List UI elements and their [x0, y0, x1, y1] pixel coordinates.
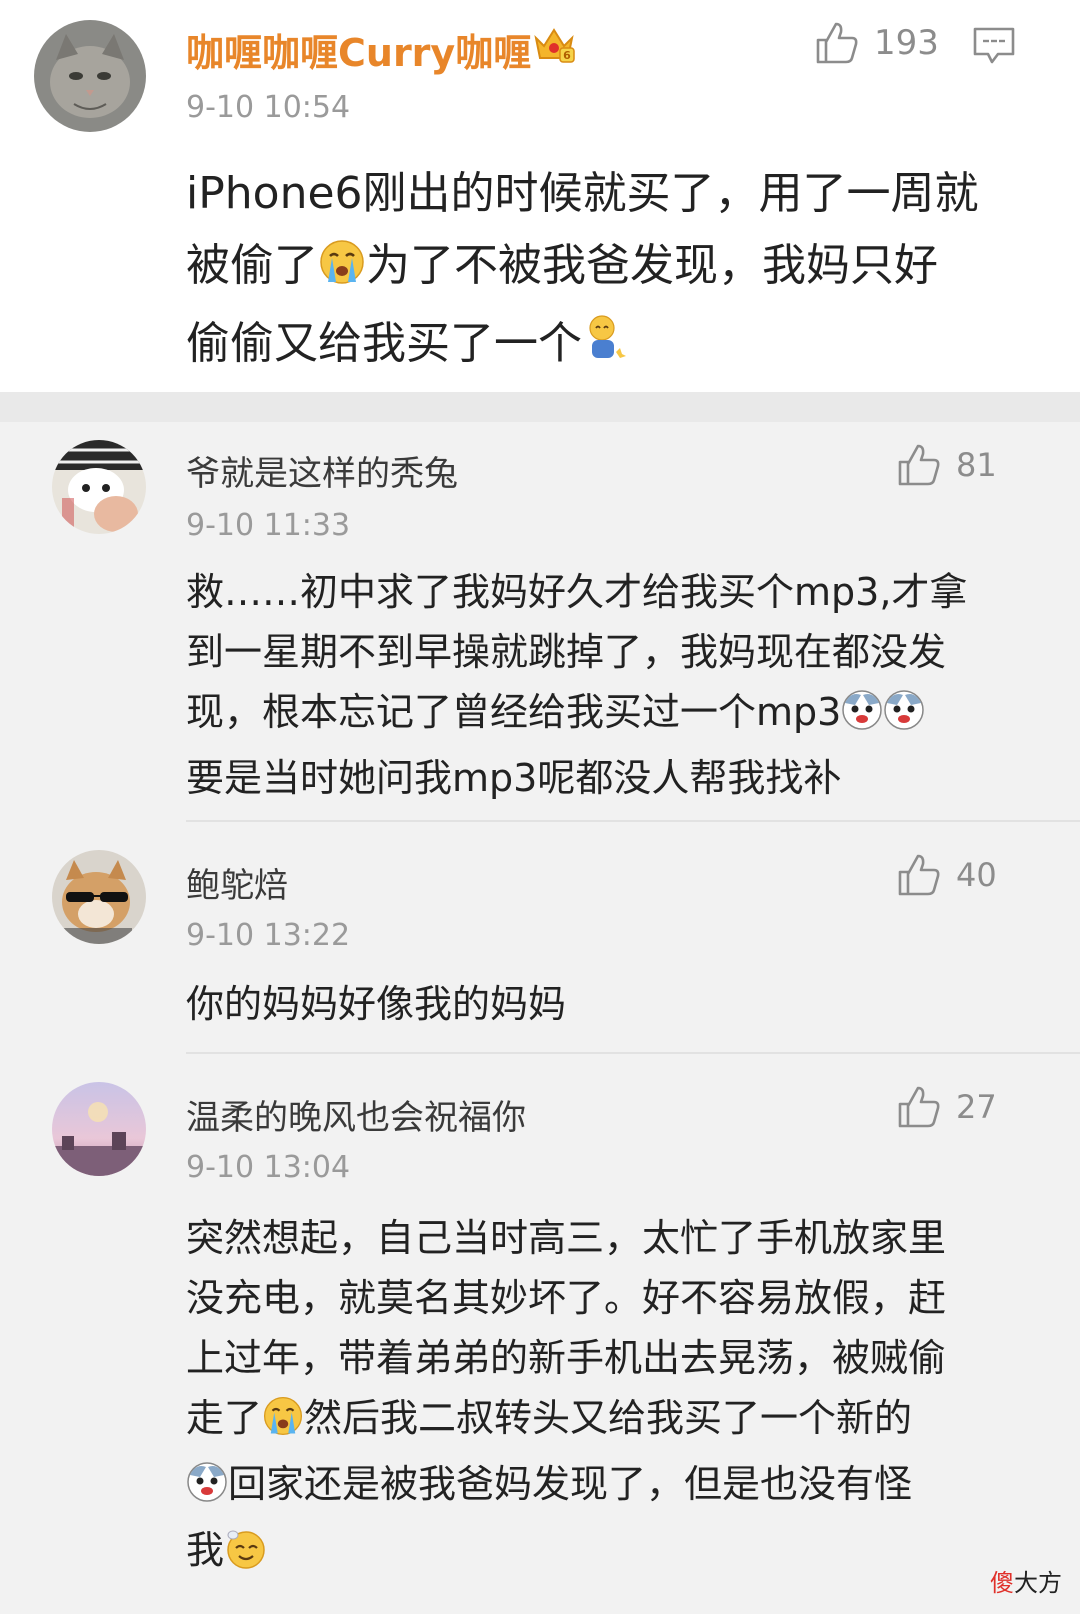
- text-line: 走了 然后我二叔转头又给我买了一个新的: [186, 1388, 946, 1454]
- username[interactable]: 温柔的晚风也会祝福你: [186, 1090, 526, 1139]
- thumbs-up-icon: [816, 22, 858, 64]
- doge-emoji-icon: [883, 688, 925, 748]
- like-button[interactable]: 193: [814, 20, 939, 66]
- avatar[interactable]: [52, 440, 146, 534]
- watermark: 傻大方: [990, 1569, 1062, 1597]
- thumbs-up-icon: [898, 444, 940, 486]
- comment-text: 救……初中求了我妈好久才给我买个mp3,才拿 到一星期不到早操就跳掉了，我妈现在…: [186, 562, 967, 808]
- comment-text: 突然想起，自己当时高三，太忙了手机放家里 没充电，就莫名其妙坏了。好不容易放假，…: [186, 1208, 946, 1586]
- doge-emoji-icon: [186, 1460, 228, 1520]
- comment-time: 9-10 13:22: [186, 918, 351, 953]
- text-line: 到一星期不到早操就跳掉了，我妈现在都没发: [186, 630, 947, 674]
- username[interactable]: 鲍鸵焙: [186, 858, 288, 907]
- main-comment: 咖喱咖喱Curry咖喱 6 9-10 10:54 193 iPhone6刚出的时…: [0, 0, 1080, 392]
- text-line: 偷偷又给我买了一个: [186, 308, 979, 386]
- avatar[interactable]: [34, 20, 146, 132]
- text-line: 回家还是被我爸妈发现了，但是也没有怪: [186, 1454, 946, 1520]
- text-line: 你的妈妈好像我的妈妈: [186, 982, 567, 1026]
- section-divider: [0, 392, 1080, 422]
- like-count: 193: [874, 23, 939, 63]
- reply-divider: [186, 820, 1080, 822]
- crown-badge-icon: 6: [532, 24, 576, 64]
- doge-emoji-icon: [841, 688, 883, 748]
- text-line: 救……初中求了我妈好久才给我买个mp3,才拿: [186, 570, 968, 614]
- like-button[interactable]: 40: [896, 852, 997, 898]
- crying-emoji-icon: [262, 1394, 304, 1454]
- like-button[interactable]: 27: [896, 1084, 997, 1130]
- text-line: 上过年，带着弟弟的新手机出去晃荡，被贼偷: [186, 1336, 947, 1380]
- text-line: 突然想起，自己当时高三，太忙了手机放家里: [186, 1216, 947, 1260]
- like-count: 81: [956, 446, 997, 484]
- reply-divider: [186, 1052, 1080, 1054]
- relieved-emoji-icon: [224, 1526, 266, 1586]
- shy-person-emoji-icon: [582, 312, 630, 386]
- username[interactable]: 咖喱咖喱Curry咖喱: [186, 22, 531, 77]
- username[interactable]: 爷就是这样的秃兔: [186, 446, 458, 495]
- reply-button[interactable]: [972, 26, 1016, 70]
- text-line: 被偷了 为了不被我爸发现，我妈只好: [186, 230, 979, 308]
- like-button[interactable]: 81: [896, 442, 997, 488]
- svg-text:6: 6: [563, 49, 571, 62]
- comment-text: 你的妈妈好像我的妈妈: [186, 974, 566, 1034]
- like-count: 40: [956, 856, 997, 894]
- like-count: 27: [956, 1088, 997, 1126]
- comment-icon: [973, 27, 1015, 64]
- crying-emoji-icon: [318, 236, 366, 308]
- thumbs-up-icon: [898, 1086, 940, 1128]
- comment-time: 9-10 13:04: [186, 1150, 351, 1185]
- text-line: iPhone6刚出的时候就买了，用了一周就: [186, 168, 979, 219]
- thumbs-up-icon: [898, 854, 940, 896]
- comment-time: 9-10 10:54: [186, 90, 351, 125]
- avatar[interactable]: [52, 1082, 146, 1176]
- comment-text: iPhone6刚出的时候就买了，用了一周就 被偷了 为了不被我爸发现，我妈只好 …: [186, 158, 979, 386]
- avatar[interactable]: [52, 850, 146, 944]
- text-line: 要是当时她问我mp3呢都没人帮我找补: [186, 756, 842, 800]
- text-line: 没充电，就莫名其妙坏了。好不容易放假，赶: [186, 1276, 947, 1320]
- text-line: 我: [186, 1520, 946, 1586]
- comment-time: 9-10 11:33: [186, 508, 351, 543]
- text-line: 现，根本忘记了曾经给我买过一个mp3: [186, 682, 967, 748]
